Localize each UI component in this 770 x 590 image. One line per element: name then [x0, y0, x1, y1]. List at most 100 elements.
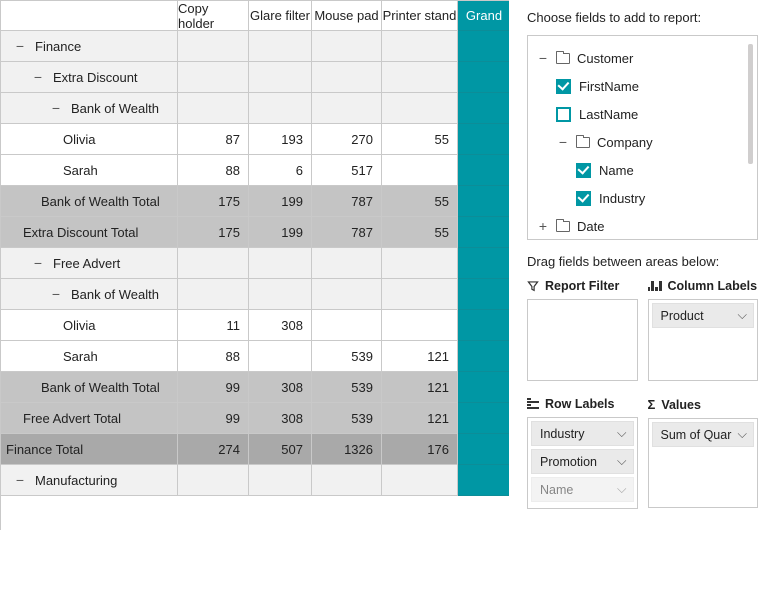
- col-header[interactable]: Mouse pad: [312, 1, 382, 31]
- tree-label: Date: [577, 219, 604, 234]
- pivot-row-header[interactable]: −Free Advert: [1, 248, 178, 279]
- collapse-icon[interactable]: −: [49, 287, 63, 301]
- pivot-field-panel: Choose fields to add to report: − Custom…: [509, 0, 770, 590]
- pivot-row-group[interactable]: −Free Advert: [1, 248, 509, 279]
- pivot-cell: [178, 465, 249, 496]
- sigma-icon: Σ: [648, 397, 656, 412]
- chevron-down-icon[interactable]: ⌵: [617, 426, 626, 441]
- tree-node-lastname[interactable]: LastName: [536, 100, 751, 128]
- area-header-rows: Row Labels: [527, 397, 638, 411]
- row-label: Bank of Wealth: [71, 287, 159, 302]
- pivot-row-group[interactable]: −Bank of Wealth: [1, 279, 509, 310]
- area-report-filter[interactable]: [527, 299, 638, 381]
- chevron-down-icon[interactable]: ⌵: [617, 454, 626, 469]
- pivot-row-header[interactable]: −Finance: [1, 31, 178, 62]
- checkbox-unchecked[interactable]: [556, 107, 571, 122]
- tree-node-customer[interactable]: − Customer: [536, 44, 751, 72]
- pivot-cell: [458, 217, 509, 248]
- pivot-row-group[interactable]: −Extra Discount: [1, 62, 509, 93]
- collapse-icon[interactable]: −: [13, 39, 27, 53]
- pivot-row-header[interactable]: −Extra Discount: [1, 62, 178, 93]
- pivot-row-group[interactable]: −Bank of Wealth: [1, 93, 509, 124]
- pivot-cell: 274: [178, 434, 249, 465]
- pivot-cell: [312, 93, 382, 124]
- col-header[interactable]: Printer stand: [382, 1, 458, 31]
- pivot-row-header[interactable]: −Bank of Wealth: [1, 93, 178, 124]
- collapse-icon[interactable]: −: [49, 101, 63, 115]
- pivot-cell: [458, 279, 509, 310]
- field-chip-sum-of-quar[interactable]: Sum of Quar ⌵: [652, 422, 755, 447]
- collapse-icon[interactable]: −: [31, 70, 45, 84]
- pivot-row-header[interactable]: −Bank of Wealth: [1, 279, 178, 310]
- pivot-row-group[interactable]: −Manufacturing: [1, 465, 509, 496]
- drag-areas-title: Drag fields between areas below:: [527, 254, 758, 269]
- row-label: Bank of Wealth Total: [41, 380, 160, 395]
- pivot-cell: [458, 124, 509, 155]
- checkbox-checked[interactable]: [556, 79, 571, 94]
- chevron-down-icon[interactable]: ⌵: [738, 308, 747, 323]
- collapse-icon[interactable]: −: [13, 473, 27, 487]
- tree-node-industry[interactable]: Industry: [536, 184, 751, 212]
- pivot-cell: [458, 403, 509, 434]
- pivot-cell: [382, 310, 458, 341]
- collapse-icon[interactable]: −: [31, 256, 45, 270]
- checkbox-checked[interactable]: [576, 163, 591, 178]
- expand-icon[interactable]: +: [536, 218, 550, 234]
- pivot-cell: 99: [178, 403, 249, 434]
- checkbox-checked[interactable]: [576, 191, 591, 206]
- field-chip-industry[interactable]: Industry ⌵: [531, 421, 634, 446]
- pivot-row-header: Olivia: [1, 124, 178, 155]
- tree-node-date[interactable]: + Date: [536, 212, 751, 240]
- chevron-down-icon[interactable]: ⌵: [617, 482, 626, 497]
- collapse-icon[interactable]: −: [556, 134, 570, 150]
- pivot-column-headers: Copy holder Glare filter Mouse pad Print…: [1, 1, 509, 31]
- field-chip-name[interactable]: Name ⌵: [531, 477, 634, 502]
- pivot-cell: [458, 155, 509, 186]
- tree-label: Customer: [577, 51, 633, 66]
- pivot-cell: 270: [312, 124, 382, 155]
- pivot-row-data: Sarah886517: [1, 155, 509, 186]
- field-tree[interactable]: − Customer FirstName LastName − Company …: [527, 35, 758, 240]
- col-header-grand-total[interactable]: Grand: [458, 1, 509, 31]
- row-label: Extra Discount: [53, 70, 138, 85]
- pivot-cell: 175: [178, 217, 249, 248]
- col-header[interactable]: Glare filter: [249, 1, 312, 31]
- area-column-labels[interactable]: Product ⌵: [648, 299, 759, 381]
- tree-node-company[interactable]: − Company: [536, 128, 751, 156]
- field-chip-product[interactable]: Product ⌵: [652, 303, 755, 328]
- pivot-cell: [312, 62, 382, 93]
- row-label: Free Advert: [53, 256, 120, 271]
- collapse-icon[interactable]: −: [536, 50, 550, 66]
- pivot-cell: 539: [312, 403, 382, 434]
- pivot-row-total: Extra Discount Total17519978755: [1, 217, 509, 248]
- pivot-cell: [458, 186, 509, 217]
- pivot-cell: 787: [312, 186, 382, 217]
- pivot-cell: 99: [178, 372, 249, 403]
- area-row-labels[interactable]: Industry ⌵ Promotion ⌵ Name ⌵: [527, 417, 638, 509]
- pivot-cell: [178, 62, 249, 93]
- col-header[interactable]: Copy holder: [178, 1, 249, 31]
- pivot-row-header: Bank of Wealth Total: [1, 186, 178, 217]
- tree-node-firstname[interactable]: FirstName: [536, 72, 751, 100]
- row-label: Extra Discount Total: [23, 225, 138, 240]
- pivot-cell: 199: [249, 217, 312, 248]
- pivot-row-group[interactable]: −Finance: [1, 31, 509, 62]
- pivot-cell: 55: [382, 186, 458, 217]
- pivot-row-header[interactable]: −Manufacturing: [1, 465, 178, 496]
- pivot-cell: [382, 31, 458, 62]
- pivot-cell: [249, 465, 312, 496]
- tree-label: Name: [599, 163, 634, 178]
- pivot-cell: [249, 341, 312, 372]
- field-chip-promotion[interactable]: Promotion ⌵: [531, 449, 634, 474]
- pivot-cell: 121: [382, 372, 458, 403]
- tree-node-name[interactable]: Name: [536, 156, 751, 184]
- pivot-cell: [312, 279, 382, 310]
- area-values[interactable]: Sum of Quar ⌵: [648, 418, 759, 508]
- row-label: Finance Total: [6, 442, 83, 457]
- pivot-row-header: Sarah: [1, 341, 178, 372]
- pivot-grid: Copy holder Glare filter Mouse pad Print…: [0, 0, 509, 530]
- chevron-down-icon[interactable]: ⌵: [738, 427, 747, 442]
- pivot-cell: [458, 31, 509, 62]
- pivot-cell: [178, 31, 249, 62]
- folder-icon: [576, 137, 590, 148]
